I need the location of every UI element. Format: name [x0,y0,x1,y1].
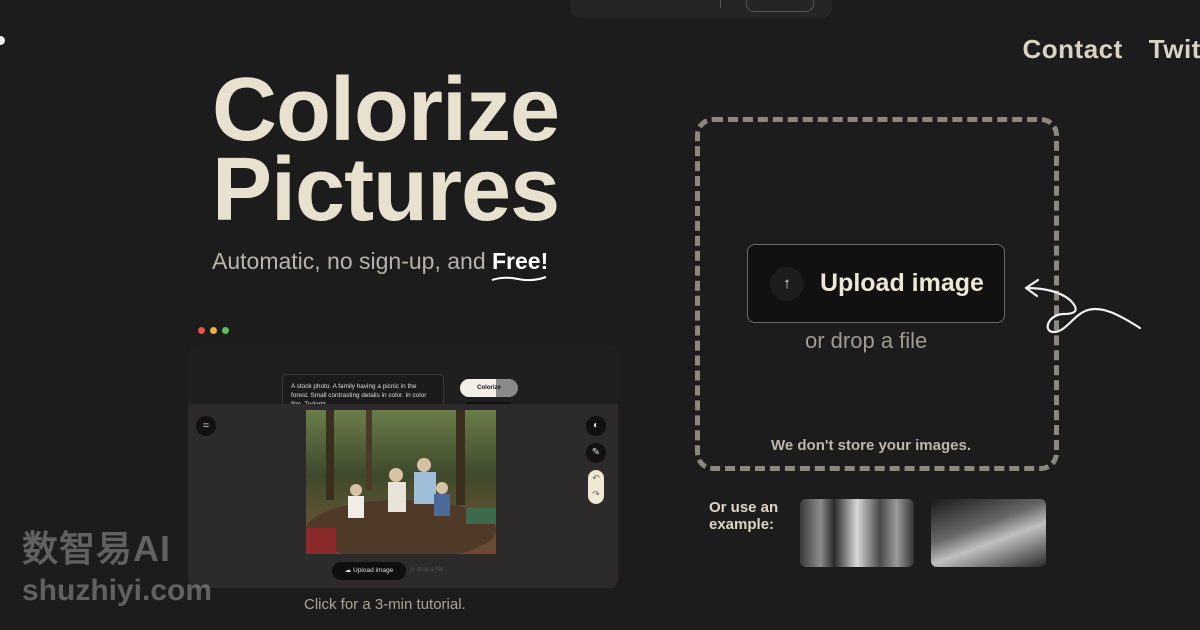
watermark: 数智易AI shuzhiyi.com [22,520,212,608]
examples-label: Or use an example: [709,499,779,533]
preview-drop-text: or drop a file [410,567,444,573]
tutorial-link[interactable]: Click for a 3-min tutorial. [304,596,466,613]
upload-image-button[interactable]: ↑ Upload image [747,244,1005,323]
underline-squiggle-icon [491,276,547,282]
preview-upload-button: ☁ Upload image [332,562,406,580]
toolbar-button[interactable] [746,0,814,12]
undo-icon: ↶ ↷ [588,470,604,504]
watermark-line-1: 数智易AI [22,528,172,569]
family-picnic-image [306,410,496,554]
preview-colorize-button: Colorize [460,379,518,397]
preview-family-photo [306,410,496,554]
toolbar-divider [720,0,721,8]
example-thumbnail-picnic[interactable] [931,499,1046,567]
nav-twitter-link[interactable]: Twitt [1149,34,1200,65]
hand-drawn-arrow-icon [1024,278,1142,334]
watermark-line-2: shuzhiyi.com [22,574,213,607]
title-line-2: Pictures [212,140,560,240]
subtitle-free: Free! [491,248,549,282]
upload-arrow-icon: ↑ [770,266,804,301]
page-title: Colorize Pictures [212,65,560,235]
pencil-icon: ✎ [586,443,606,463]
top-toolbar [570,0,832,18]
example-thumbnail-portrait[interactable] [800,499,914,567]
window-controls [198,327,229,334]
minimize-dot [210,327,217,334]
preview-upload-label: Upload image [353,567,394,574]
subtitle: Automatic, no sign-up, and Free! [212,248,549,282]
tutorial-video-preview[interactable]: A stock photo. A family having a picnic … [188,322,618,588]
free-label: Free! [492,248,549,274]
preview-canvas: = ◐ ✎ ↶ ↷ ☁ Upload image or drop a file [188,404,618,588]
palette-icon: ◐ [586,416,606,436]
drop-file-text: or drop a file [805,328,928,353]
top-nav: Contact Twitt [1023,34,1200,65]
preview-tool-column: ◐ ✎ ↶ ↷ [586,416,606,504]
upload-button-label: Upload image [820,269,984,297]
preview-toolbar: A stock photo. A family having a picnic … [188,344,618,418]
logo[interactable] [0,36,5,45]
menu-icon: = [196,416,216,436]
subtitle-text: Automatic, no sign-up, and [212,248,492,274]
maximize-dot [222,327,229,334]
nav-contact-link[interactable]: Contact [1023,34,1123,65]
privacy-note: We don't store your images. [771,437,971,454]
close-dot [198,327,205,334]
